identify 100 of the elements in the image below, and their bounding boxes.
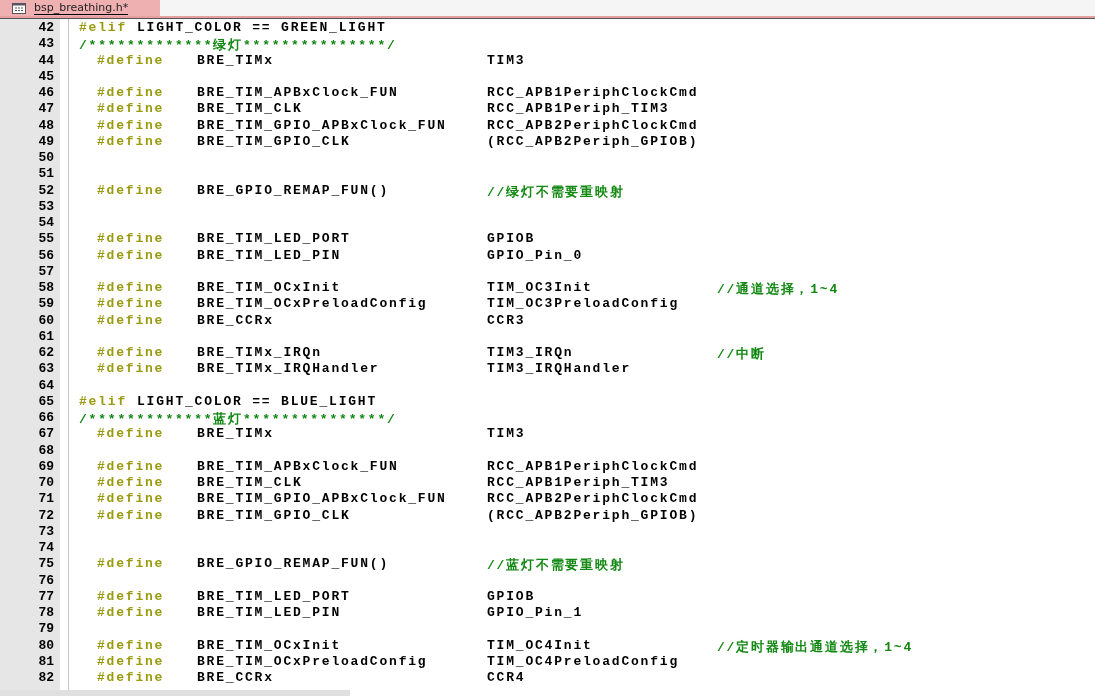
preprocessor-directive: #define <box>97 296 165 312</box>
line-number: 60 <box>37 312 55 329</box>
preprocessor-directive: #define <box>97 426 165 442</box>
macro-value: TIM_OC4PreloadConfig <box>487 653 680 669</box>
macro-value: (RCC_APB2Periph_GPIOB) <box>487 507 699 523</box>
code-comment: //蓝灯不需要重映射 <box>487 558 625 574</box>
file-tab[interactable]: bsp_breathing.h* <box>0 0 160 16</box>
macro-name: BRE_TIM_APBxClock_FUN <box>197 458 399 474</box>
macro-name: BRE_TIM_GPIO_APBxClock_FUN <box>197 117 447 133</box>
macro-name: BRE_GPIO_REMAP_FUN() <box>197 182 390 198</box>
macro-value: TIM3_IRQn <box>487 345 574 360</box>
preprocessor-directive: #define <box>97 85 165 100</box>
line-number: 58 <box>37 280 55 297</box>
preprocessor-directive: #define <box>97 491 165 507</box>
macro-value: CCR4 <box>487 670 526 685</box>
line-number: 61 <box>37 328 55 345</box>
line-number: 51 <box>37 166 55 183</box>
line-number: 47 <box>37 101 55 118</box>
macro-name: BRE_TIM_LED_PORT <box>197 588 351 604</box>
preprocessor-directive: #define <box>97 117 165 133</box>
line-number: 81 <box>37 653 55 670</box>
macro-value: GPIOB <box>487 231 535 247</box>
line-number: 49 <box>37 133 55 150</box>
line-number: 59 <box>37 296 55 313</box>
line-number: 62 <box>37 345 55 362</box>
preprocessor-directive: #define <box>97 475 165 490</box>
preprocessor-directive: #define <box>97 361 165 377</box>
code-comment: //通道选择，1~4 <box>717 282 839 297</box>
preprocessor-directive: #elif <box>79 20 127 37</box>
line-number: 53 <box>37 198 55 215</box>
line-number: 45 <box>37 68 55 85</box>
macro-name: BRE_TIM_OCxPreloadConfig <box>197 296 428 312</box>
line-number: 82 <box>37 670 55 687</box>
macro-name: BRE_TIM_LED_PORT <box>197 231 351 247</box>
macro-name: BRE_CCRx <box>197 312 274 328</box>
line-number: 54 <box>37 215 55 232</box>
macro-value: RCC_APB1Periph_TIM3 <box>487 101 670 117</box>
preprocessor-directive: #define <box>97 507 165 523</box>
macro-value: RCC_APB1Periph_TIM3 <box>487 475 670 490</box>
line-number: 66 <box>37 410 55 427</box>
code-comment: /*************蓝灯***************/ <box>79 411 397 427</box>
macro-value: CCR3 <box>487 312 526 328</box>
macro-name: BRE_CCRx <box>197 670 274 685</box>
macro-name: BRE_TIMx <box>197 426 274 442</box>
macro-value: RCC_APB1PeriphClockCmd <box>487 458 699 474</box>
line-number: 68 <box>37 442 55 459</box>
macro-value: TIM_OC3Init <box>487 280 593 295</box>
line-number: 70 <box>37 475 55 492</box>
line-number: 55 <box>37 231 55 248</box>
line-number: 46 <box>37 85 55 102</box>
macro-name: BRE_TIMx_IRQHandler <box>197 361 380 377</box>
macro-name: BRE_TIM_OCxPreloadConfig <box>197 653 428 669</box>
line-number: 72 <box>37 507 55 524</box>
macro-name: BRE_TIMx_IRQn <box>197 345 322 360</box>
line-number: 75 <box>37 556 55 573</box>
preprocessor-directive: #define <box>97 458 165 474</box>
line-number: 67 <box>37 426 55 443</box>
preprocessor-directive: #define <box>97 133 165 149</box>
macro-value: GPIO_Pin_0 <box>487 247 583 263</box>
line-number: 65 <box>37 393 55 410</box>
macro-value: TIM3_IRQHandler <box>487 361 632 377</box>
macro-name: BRE_TIM_LED_PIN <box>197 247 342 263</box>
file-icon <box>12 2 26 14</box>
preprocessor-directive: #define <box>97 52 165 68</box>
code-text: LIGHT_COLOR == GREEN_LIGHT <box>137 20 387 37</box>
macro-value: (RCC_APB2Periph_GPIOB) <box>487 133 699 149</box>
macro-name: BRE_TIMx <box>197 52 274 68</box>
preprocessor-directive: #define <box>97 637 165 653</box>
macro-value: TIM3 <box>487 52 526 68</box>
macro-value: TIM_OC3PreloadConfig <box>487 296 680 312</box>
preprocessor-directive: #define <box>97 182 165 198</box>
line-number: 77 <box>37 588 55 605</box>
macro-name: BRE_TIM_LED_PIN <box>197 605 342 620</box>
line-number: 48 <box>37 117 55 134</box>
preprocessor-directive: #define <box>97 247 165 263</box>
macro-name: BRE_TIM_OCxInit <box>197 280 342 295</box>
macro-value: TIM_OC4Init <box>487 637 593 653</box>
line-number: 52 <box>37 182 55 199</box>
line-number: 74 <box>37 540 55 557</box>
macro-name: BRE_TIM_OCxInit <box>197 637 342 653</box>
preprocessor-directive: #define <box>97 653 165 669</box>
macro-name: BRE_GPIO_REMAP_FUN() <box>197 556 390 572</box>
macro-name: BRE_TIM_CLK <box>197 101 303 117</box>
code-text: LIGHT_COLOR == BLUE_LIGHT <box>137 393 378 410</box>
code-comment: /*************绿灯***************/ <box>79 37 397 53</box>
macro-name: BRE_TIM_GPIO_CLK <box>197 507 351 523</box>
line-number: 56 <box>37 247 55 264</box>
macro-value: RCC_APB2PeriphClockCmd <box>487 491 699 507</box>
preprocessor-directive: #define <box>97 556 165 572</box>
line-number: 71 <box>37 491 55 508</box>
preprocessor-directive: #define <box>97 345 165 360</box>
macro-value: TIM3 <box>487 426 526 442</box>
code-comment: //中断 <box>717 347 766 362</box>
line-number: 57 <box>37 263 55 280</box>
line-number: 76 <box>37 572 55 589</box>
line-number: 44 <box>37 52 55 69</box>
code-comment: //定时器输出通道选择，1~4 <box>717 639 913 655</box>
macro-value: RCC_APB1PeriphClockCmd <box>487 85 699 100</box>
macro-value: RCC_APB2PeriphClockCmd <box>487 117 699 133</box>
preprocessor-directive: #define <box>97 588 165 604</box>
